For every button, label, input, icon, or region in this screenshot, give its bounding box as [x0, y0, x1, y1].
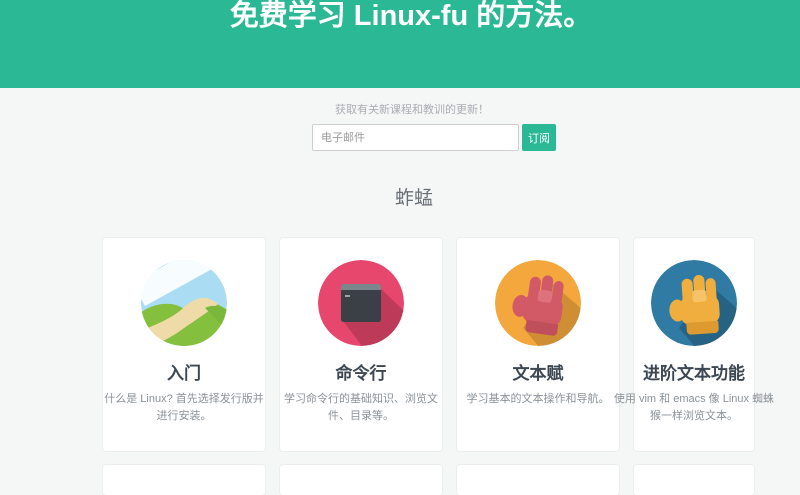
course-card-partial[interactable] — [457, 465, 619, 495]
card-title: 入门 — [167, 364, 201, 383]
subscribe-prompt: 获取有关新课程和教训的更新！ — [335, 104, 489, 116]
course-card-partial[interactable] — [280, 465, 442, 495]
course-card-partial[interactable] — [634, 465, 754, 495]
card-description: 学习命令行的基础知识、浏览文件、目录等。 — [284, 393, 438, 422]
hand-icon — [651, 260, 737, 346]
subscribe-button[interactable]: 订阅 — [522, 124, 556, 151]
course-card-command-line[interactable]: 命令行 学习命令行的基础知识、浏览文件、目录等。 — [280, 238, 442, 451]
card-title: 命令行 — [335, 364, 387, 383]
card-title: 进阶文本功能 — [643, 364, 745, 383]
section-title: 蚱蜢 — [394, 188, 433, 209]
subscribe-form: 订阅 — [312, 124, 556, 151]
fist-icon — [495, 260, 581, 346]
landscape-icon — [141, 260, 227, 346]
terminal-icon — [318, 260, 404, 346]
card-title: 文本赋 — [512, 364, 564, 383]
card-description: 什么是 Linux? 首先选择发行版并进行安装。 — [104, 393, 264, 422]
course-card-getting-started[interactable]: 入门 什么是 Linux? 首先选择发行版并进行安装。 — [103, 238, 265, 451]
hero-banner: 免费学习 Linux-fu 的方法。 — [0, 0, 800, 88]
email-input[interactable] — [312, 124, 519, 151]
card-description: 学习基本的文本操作和导航。 — [466, 393, 610, 405]
page-title: 免费学习 Linux-fu 的方法。 — [229, 0, 593, 32]
course-card-partial[interactable] — [103, 465, 265, 495]
course-card-text-fu[interactable]: 文本赋 学习基本的文本操作和导航。 — [457, 238, 619, 451]
course-card-advanced-text-fu[interactable]: 进阶文本功能 使用 vim 和 emacs 像 Linux 蜘蛛猴一样浏览文本。 — [614, 238, 774, 451]
card-description: 使用 vim 和 emacs 像 Linux 蜘蛛猴一样浏览文本。 — [613, 393, 775, 422]
